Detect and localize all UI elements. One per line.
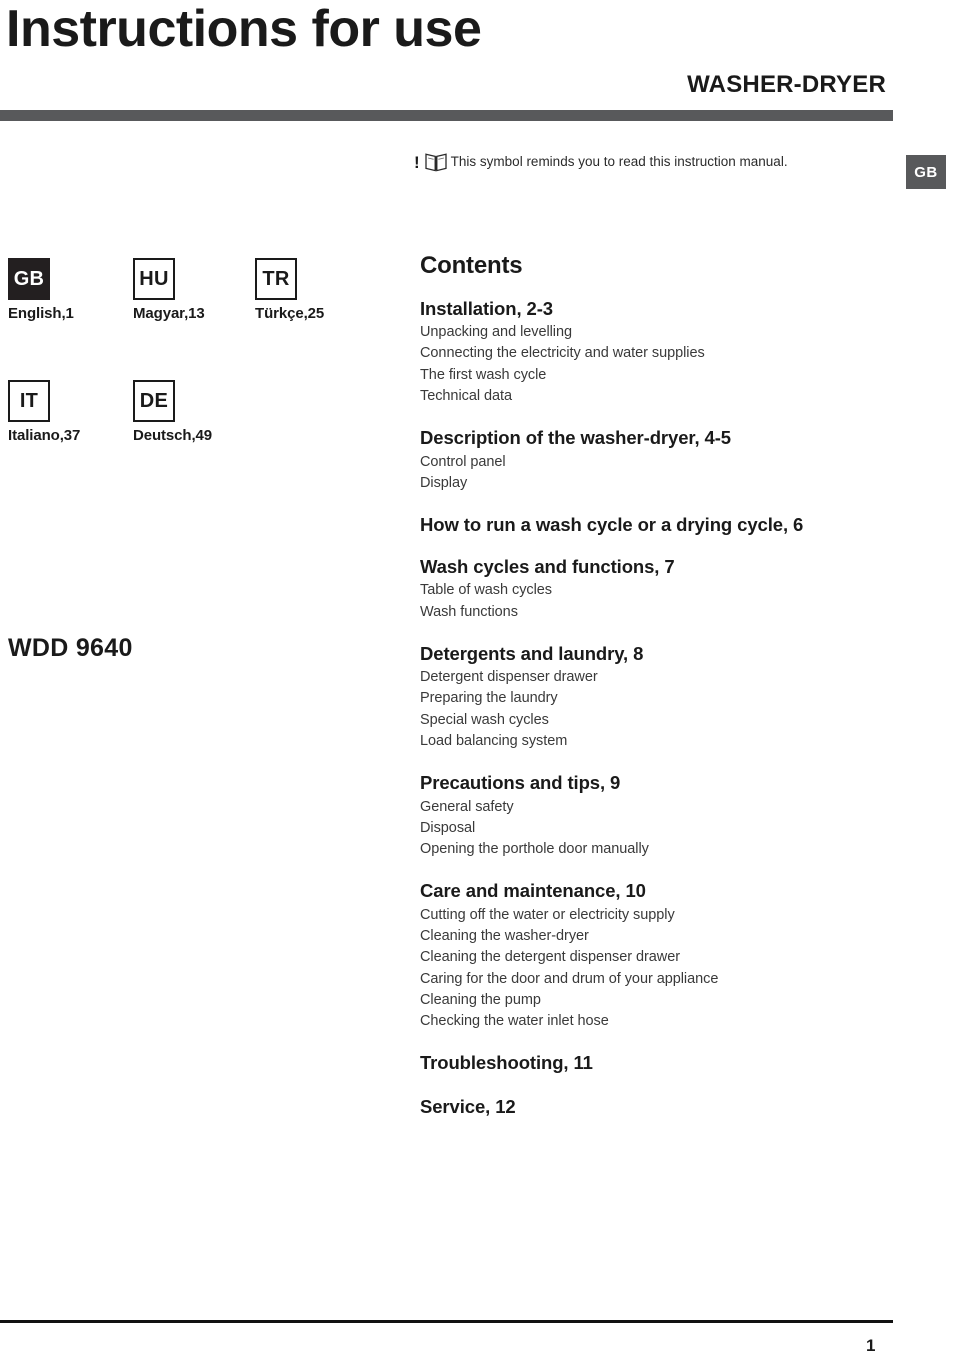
toc-heading[interactable]: Precautions and tips, 9: [420, 771, 920, 794]
language-item-it[interactable]: IT Italiano,37: [8, 380, 80, 444]
toc-section: Care and maintenance, 10 Cutting off the…: [420, 879, 920, 1032]
toc-subitem[interactable]: Cleaning the detergent dispenser drawer: [420, 947, 920, 968]
language-caption-it: Italiano,37: [8, 427, 81, 444]
product-type-label: WASHER-DRYER: [687, 71, 886, 98]
toc-subitem[interactable]: Caring for the door and drum of your app…: [420, 969, 920, 990]
toc-subitem[interactable]: Detergent dispenser drawer: [420, 667, 920, 688]
language-caption-hu: Magyar,13: [133, 305, 205, 322]
toc-subitem[interactable]: Preparing the laundry: [420, 688, 920, 709]
page-title: Instructions for use: [6, 0, 482, 58]
toc-heading[interactable]: Detergents and laundry, 8: [420, 642, 920, 665]
toc-subitem[interactable]: Cleaning the washer-dryer: [420, 926, 920, 947]
toc-subitem[interactable]: Disposal: [420, 818, 920, 839]
language-code-box-it: IT: [8, 380, 50, 422]
language-badge-gb: GB: [906, 155, 946, 189]
toc-heading[interactable]: Troubleshooting, 11: [420, 1051, 920, 1074]
language-item-tr[interactable]: TR Türkçe,25: [255, 258, 324, 322]
exclamation-icon: !: [414, 152, 420, 172]
language-caption-de: Deutsch,49: [133, 427, 213, 444]
toc-subitem[interactable]: Special wash cycles: [420, 710, 920, 731]
toc-heading[interactable]: Service, 12: [420, 1095, 920, 1118]
toc-heading[interactable]: Wash cycles and functions, 7: [420, 555, 920, 578]
toc-subitem[interactable]: Technical data: [420, 386, 920, 407]
open-book-icon: [425, 152, 447, 172]
toc-subitem[interactable]: Cutting off the water or electricity sup…: [420, 905, 920, 926]
toc-subitem[interactable]: Table of wash cycles: [420, 580, 920, 601]
footer-divider: [0, 1320, 893, 1323]
language-code-box-gb: GB: [8, 258, 50, 300]
manual-cover-page: Instructions for use WASHER-DRYER ! This…: [0, 0, 960, 1372]
toc-section: Detergents and laundry, 8 Detergent disp…: [420, 642, 920, 752]
model-name: WDD 9640: [8, 634, 133, 662]
symbol-note-text: This symbol reminds you to read this ins…: [450, 154, 788, 170]
toc-subitem[interactable]: Connecting the electricity and water sup…: [420, 343, 920, 364]
toc-subitem[interactable]: Cleaning the pump: [420, 990, 920, 1011]
toc-subitem[interactable]: The first wash cycle: [420, 365, 920, 386]
toc-heading[interactable]: Installation, 2-3: [420, 297, 920, 320]
toc-subitem[interactable]: Display: [420, 473, 920, 494]
language-caption-tr: Türkçe,25: [255, 305, 325, 322]
page-number: 1: [866, 1336, 876, 1355]
language-code-box-de: DE: [133, 380, 175, 422]
language-code-box-tr: TR: [255, 258, 297, 300]
language-code-box-hu: HU: [133, 258, 175, 300]
header-divider: [0, 110, 893, 121]
toc-heading[interactable]: Description of the washer-dryer, 4-5: [420, 426, 920, 449]
toc-section: Precautions and tips, 9 General safety D…: [420, 771, 920, 860]
toc-section: Troubleshooting, 11: [420, 1051, 920, 1074]
toc-section: Service, 12: [420, 1095, 920, 1118]
table-of-contents: Contents Installation, 2-3 Unpacking and…: [420, 252, 920, 1137]
language-caption-gb: English,1: [8, 305, 74, 322]
toc-subitem[interactable]: Control panel: [420, 452, 920, 473]
toc-subitem[interactable]: Unpacking and levelling: [420, 322, 920, 343]
language-item-de[interactable]: DE Deutsch,49: [133, 380, 212, 444]
toc-subitem[interactable]: General safety: [420, 797, 920, 818]
language-item-hu[interactable]: HU Magyar,13: [133, 258, 205, 322]
toc-subitem[interactable]: Opening the porthole door manually: [420, 839, 920, 860]
language-item-gb[interactable]: GB English,1: [8, 258, 74, 322]
toc-section: Description of the washer-dryer, 4-5 Con…: [420, 426, 920, 494]
toc-subitem[interactable]: Load balancing system: [420, 731, 920, 752]
toc-heading[interactable]: Care and maintenance, 10: [420, 879, 920, 902]
toc-heading[interactable]: How to run a wash cycle or a drying cycl…: [420, 513, 920, 536]
toc-section: Wash cycles and functions, 7 Table of wa…: [420, 555, 920, 623]
toc-section: How to run a wash cycle or a drying cycl…: [420, 513, 920, 536]
contents-title: Contents: [420, 252, 523, 279]
toc-subitem[interactable]: Wash functions: [420, 602, 920, 623]
toc-subitem[interactable]: Checking the water inlet hose: [420, 1011, 920, 1032]
toc-section: Installation, 2-3 Unpacking and levellin…: [420, 297, 920, 407]
symbol-note: ! This symbol reminds you to read this i…: [414, 152, 788, 172]
